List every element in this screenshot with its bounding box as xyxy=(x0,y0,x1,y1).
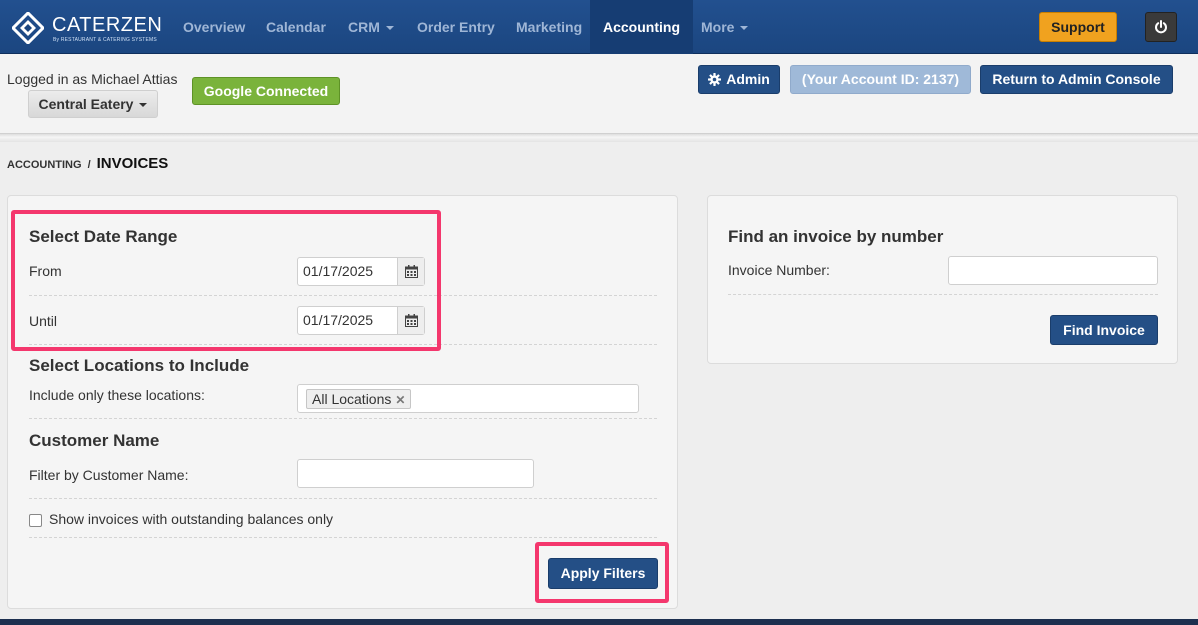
admin-label: Admin xyxy=(726,71,770,87)
find-invoice-button[interactable]: Find Invoice xyxy=(1050,315,1158,345)
outstanding-balance-checkbox[interactable] xyxy=(29,514,42,527)
brand-logo[interactable]: CATERZEN By RESTAURANT & CATERING SYSTEM… xyxy=(12,11,172,45)
until-label: Until xyxy=(29,313,58,329)
nav-accounting[interactable]: Accounting xyxy=(590,0,693,54)
return-to-admin-button[interactable]: Return to Admin Console xyxy=(980,65,1173,94)
customer-name-label: Filter by Customer Name: xyxy=(29,467,189,483)
locations-title: Select Locations to Include xyxy=(29,356,250,375)
invoice-number-input[interactable] xyxy=(948,256,1158,285)
customer-name-title: Customer Name xyxy=(29,431,160,450)
divider xyxy=(29,344,657,345)
chevron-down-icon xyxy=(385,26,394,31)
from-label: From xyxy=(29,263,62,279)
location-tag: All Locations ✕ xyxy=(306,389,412,409)
brand-name: CATERZEN xyxy=(52,14,163,36)
divider xyxy=(29,537,657,538)
nav-overview[interactable]: Overview xyxy=(183,0,245,54)
locations-label: Include only these locations: xyxy=(29,387,205,403)
chevron-down-icon xyxy=(139,103,148,108)
from-date-value: 01/17/2025 xyxy=(303,263,374,279)
outstanding-balance-label[interactable]: Show invoices with outstanding balances … xyxy=(49,511,333,527)
nav-calendar[interactable]: Calendar xyxy=(266,0,326,54)
breadcrumb-separator: / xyxy=(87,159,91,171)
account-id-badge: (Your Account ID: 2137) xyxy=(790,65,971,94)
divider xyxy=(728,294,1158,295)
from-date-field[interactable]: 01/17/2025 xyxy=(297,257,425,286)
invoice-number-label: Invoice Number: xyxy=(728,262,830,278)
apply-filters-button[interactable]: Apply Filters xyxy=(548,558,658,589)
admin-button[interactable]: Admin xyxy=(698,65,780,94)
customer-name-input[interactable] xyxy=(297,459,534,488)
chevron-down-icon xyxy=(740,26,749,31)
location-dropdown[interactable]: Central Eatery xyxy=(28,90,158,118)
location-tag-label: All Locations xyxy=(312,391,392,407)
caterzen-logo-icon xyxy=(12,12,44,44)
top-navbar: CATERZEN By RESTAURANT & CATERING SYSTEM… xyxy=(0,0,1198,54)
power-icon xyxy=(1155,20,1167,34)
breadcrumb-accounting[interactable]: ACCOUNTING xyxy=(7,159,82,171)
logged-in-text: Logged in as Michael Attias xyxy=(7,71,178,87)
nav-order-entry[interactable]: Order Entry xyxy=(417,0,495,54)
nav-more-label: More xyxy=(701,19,735,35)
calendar-icon[interactable] xyxy=(397,258,424,285)
gear-icon xyxy=(708,73,722,86)
divider xyxy=(29,418,657,419)
header-divider xyxy=(0,133,1198,142)
calendar-icon[interactable] xyxy=(397,307,424,334)
until-date-value: 01/17/2025 xyxy=(303,312,374,328)
date-range-title: Select Date Range xyxy=(29,227,178,246)
divider xyxy=(29,498,657,499)
find-invoice-title: Find an invoice by number xyxy=(728,227,944,246)
support-button[interactable]: Support xyxy=(1039,12,1117,42)
location-label: Central Eatery xyxy=(38,96,134,112)
brand-tagline: By RESTAURANT & CATERING SYSTEMS xyxy=(53,37,157,43)
nav-marketing[interactable]: Marketing xyxy=(516,0,582,54)
nav-more[interactable]: More xyxy=(701,0,749,54)
bottom-bar xyxy=(0,619,1198,625)
remove-tag-icon[interactable]: ✕ xyxy=(395,393,405,407)
nav-crm-label: CRM xyxy=(348,19,380,35)
logout-button[interactable] xyxy=(1145,12,1177,42)
google-connected-button[interactable]: Google Connected xyxy=(192,77,340,105)
find-invoice-panel: Find an invoice by number Invoice Number… xyxy=(707,195,1178,364)
nav-crm[interactable]: CRM xyxy=(348,0,394,54)
invoice-filters-panel: Select Date Range From 01/17/2025 Until … xyxy=(7,195,678,609)
breadcrumb: ACCOUNTING / INVOICES xyxy=(7,155,168,172)
until-date-field[interactable]: 01/17/2025 xyxy=(297,306,425,335)
page-title: INVOICES xyxy=(96,155,169,172)
locations-select[interactable]: All Locations ✕ xyxy=(297,384,639,413)
divider xyxy=(29,295,657,296)
